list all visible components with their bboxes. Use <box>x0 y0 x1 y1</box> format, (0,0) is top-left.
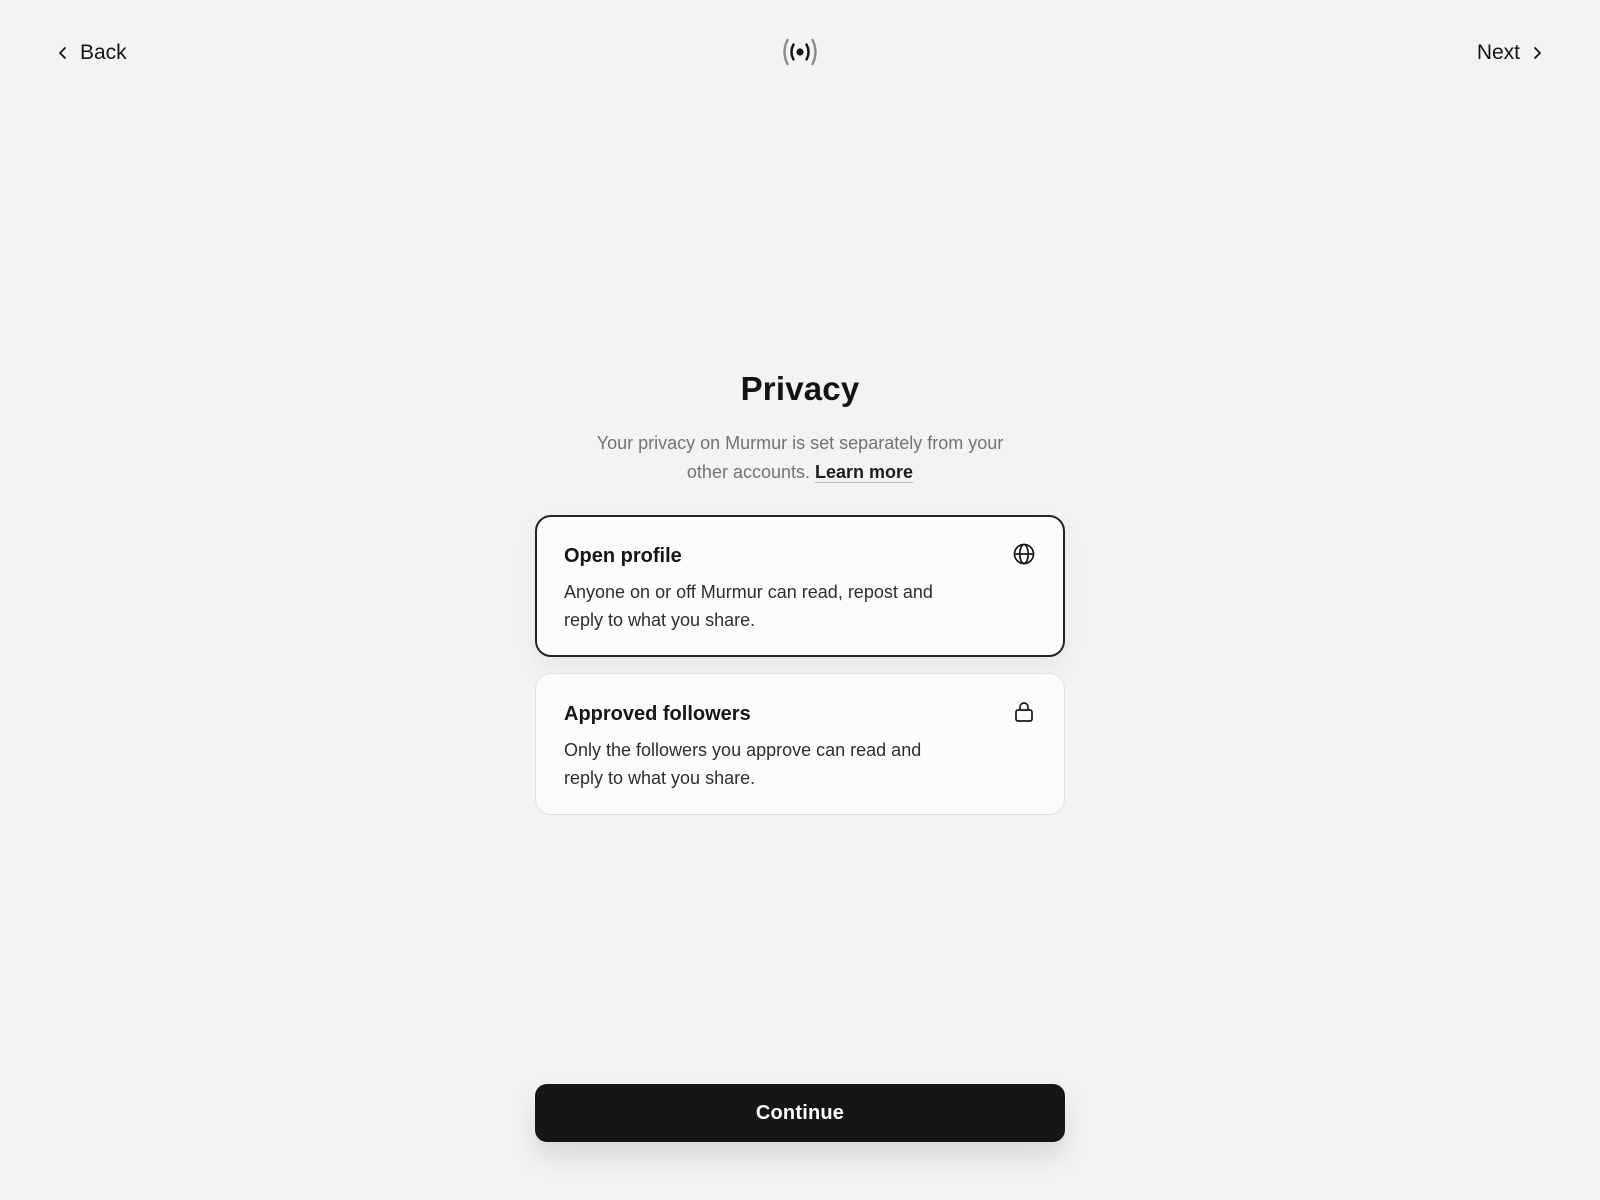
globe-icon <box>1012 542 1036 566</box>
next-button[interactable]: Next <box>1477 38 1544 68</box>
chevron-right-icon <box>1530 46 1544 60</box>
option-title: Approved followers <box>564 703 751 725</box>
option-open-profile[interactable]: Open profile Anyone on or off Murmur can… <box>535 515 1065 657</box>
subtitle-text: Your privacy on Murmur is set separately… <box>596 433 1004 482</box>
broadcast-icon <box>780 36 820 68</box>
continue-button[interactable]: Continue <box>535 1084 1065 1142</box>
chevron-left-icon <box>56 46 70 60</box>
privacy-options: Open profile Anyone on or off Murmur can… <box>535 515 1065 815</box>
option-description: Only the followers you approve can read … <box>564 740 922 788</box>
page-title: Privacy <box>740 370 860 407</box>
page-subtitle: Your privacy on Murmur is set separately… <box>590 429 1010 487</box>
back-label: Back <box>80 41 127 64</box>
option-description: Anyone on or off Murmur can read, repost… <box>564 582 933 630</box>
option-title: Open profile <box>564 545 682 567</box>
top-bar: Back Next <box>0 0 1600 108</box>
privacy-panel: Privacy Your privacy on Murmur is set se… <box>0 365 1600 815</box>
lock-icon <box>1012 700 1036 724</box>
back-button[interactable]: Back <box>56 38 127 68</box>
option-approved-followers[interactable]: Approved followers Only the followers yo… <box>535 673 1065 815</box>
next-label: Next <box>1476 41 1520 64</box>
learn-more-link[interactable]: Learn more <box>815 462 913 482</box>
